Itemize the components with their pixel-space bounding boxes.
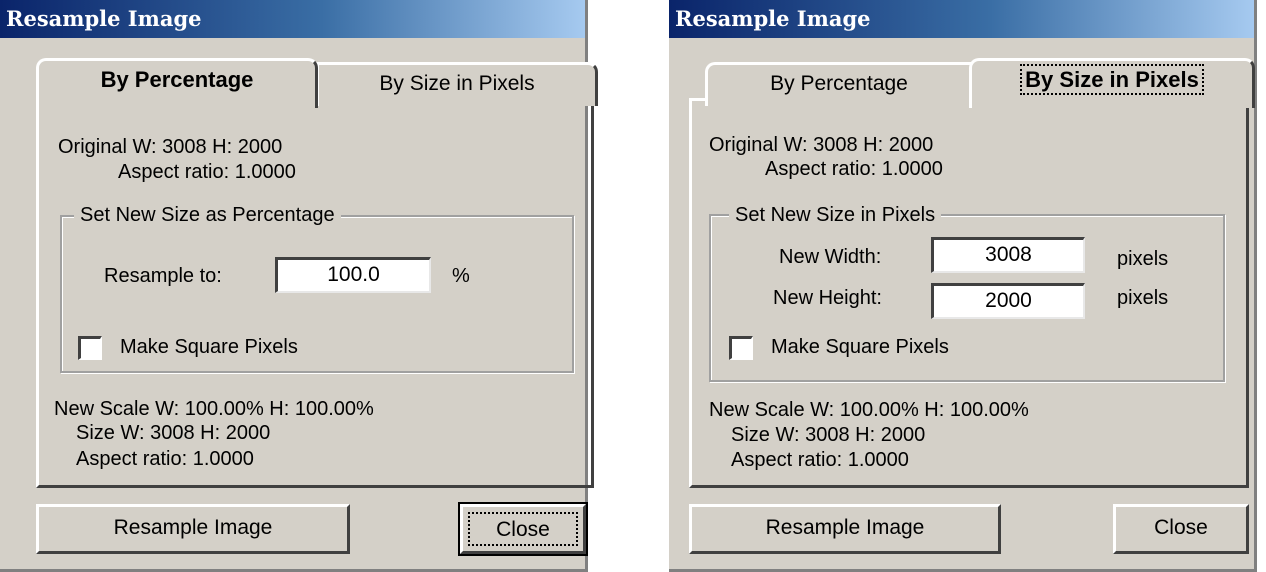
new-aspect-text: Aspect ratio: 1.0000 xyxy=(76,448,254,470)
close-button[interactable]: Close xyxy=(1113,504,1249,554)
percent-unit: % xyxy=(452,265,470,287)
resample-dialog-percentage: Resample Image By Percentage By Size in … xyxy=(0,0,598,572)
checkbox-label: Make Square Pixels xyxy=(771,336,949,358)
tab-by-size-in-pixels[interactable]: By Size in Pixels xyxy=(316,62,598,106)
tab-label: By Percentage xyxy=(100,67,254,92)
window-title: Resample Image xyxy=(669,0,1254,38)
button-label: Resample Image xyxy=(113,516,273,539)
original-size-text: Original W: 3008 H: 2000 xyxy=(709,134,934,156)
original-size-text: Original W: 3008 H: 2000 xyxy=(58,136,283,158)
new-size-text: Size W: 3008 H: 2000 xyxy=(731,424,926,446)
new-height-input[interactable]: 2000 xyxy=(931,283,1085,319)
button-label: Close xyxy=(496,518,550,541)
new-height-label: New Height: xyxy=(773,287,882,309)
tab-by-percentage[interactable]: By Percentage xyxy=(705,62,973,106)
checkbox-label: Make Square Pixels xyxy=(120,336,298,358)
resample-image-button[interactable]: Resample Image xyxy=(36,504,350,554)
width-unit: pixels xyxy=(1117,248,1169,270)
button-label: Resample Image xyxy=(765,516,925,539)
resample-percentage-input[interactable]: 100.0 xyxy=(275,257,431,293)
height-unit: pixels xyxy=(1117,287,1169,309)
new-size-text: Size W: 3008 H: 2000 xyxy=(76,422,271,444)
new-width-label: New Width: xyxy=(779,246,882,268)
tab-label: By Percentage xyxy=(770,72,908,95)
window-title: Resample Image xyxy=(0,0,585,38)
resample-to-label: Resample to: xyxy=(104,265,222,287)
new-scale-text: New Scale W: 100.00% H: 100.00% xyxy=(709,399,1029,421)
groupbox-title: Set New Size as Percentage xyxy=(74,203,341,227)
make-square-pixels-checkbox[interactable] xyxy=(78,336,102,360)
tab-label: By Size in Pixels xyxy=(379,72,535,95)
make-square-pixels-checkbox[interactable] xyxy=(729,336,753,360)
original-aspect-text: Aspect ratio: 1.0000 xyxy=(765,158,943,180)
tab-by-percentage[interactable]: By Percentage xyxy=(36,58,318,108)
new-width-input[interactable]: 3008 xyxy=(931,237,1085,273)
resample-dialog-pixels: Resample Image By Percentage By Size in … xyxy=(669,0,1257,572)
tab-label: By Size in Pixels xyxy=(1020,64,1204,95)
groupbox-title: Set New Size in Pixels xyxy=(729,203,942,227)
focus-ring: Close xyxy=(468,512,578,546)
button-label: Close xyxy=(1154,516,1208,539)
new-aspect-text: Aspect ratio: 1.0000 xyxy=(731,449,909,471)
close-button[interactable]: Close xyxy=(458,502,588,556)
original-aspect-text: Aspect ratio: 1.0000 xyxy=(118,161,296,183)
resample-image-button[interactable]: Resample Image xyxy=(689,504,1001,554)
new-scale-text: New Scale W: 100.00% H: 100.00% xyxy=(54,398,374,420)
tab-by-size-in-pixels[interactable]: By Size in Pixels xyxy=(969,58,1255,108)
